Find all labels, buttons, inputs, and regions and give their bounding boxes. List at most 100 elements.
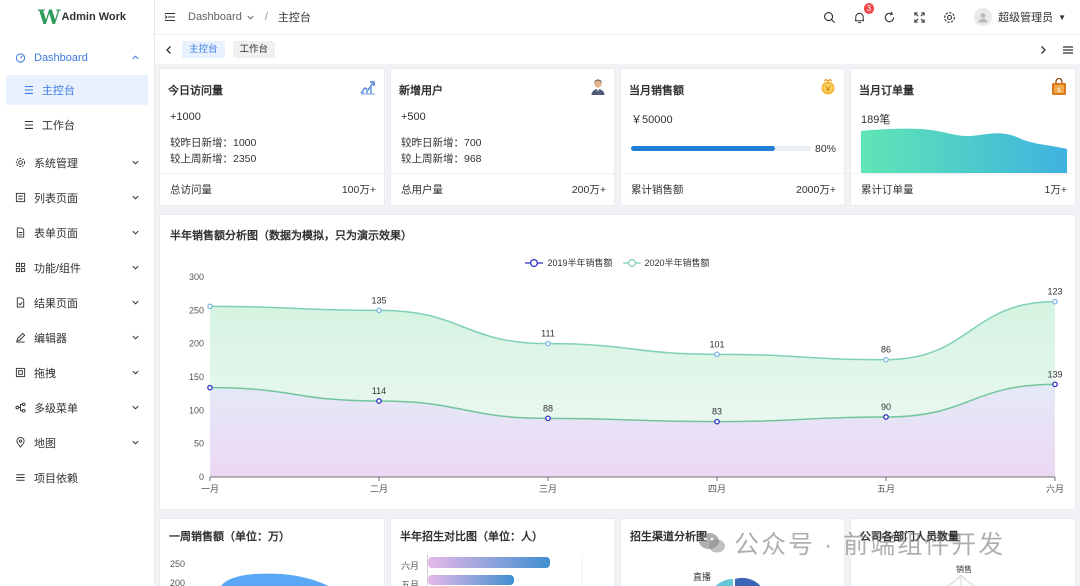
stat-card-visits: 今日访问量 +1000 较昨日新增：1000 较上周新增：2350 总访问量 1… [159, 68, 385, 206]
x-tick-label: 六月 [1046, 483, 1064, 494]
sidebar-item-dependencies[interactable]: 项目依赖 [0, 460, 154, 495]
menu-icon: ☰ [24, 84, 34, 97]
x-tick-label: 四月 [708, 484, 726, 494]
sidebar-subitem-workbench[interactable]: ☰ 工作台 [6, 110, 148, 140]
bell-icon[interactable]: 3 [852, 3, 875, 24]
main-content: 今日访问量 +1000 较昨日新增：1000 较上周新增：2350 总访问量 1… [155, 64, 1080, 586]
logo-text: Admin Work [61, 11, 127, 23]
tree-icon [14, 402, 26, 414]
sidebar-item-result[interactable]: 结果页面 [0, 285, 154, 320]
sidebar-item-multilevel[interactable]: 多级菜单 [0, 390, 154, 425]
weekly-sales-area [220, 573, 329, 586]
label-2019: 139 [1047, 369, 1062, 379]
username[interactable]: 超级管理员 [998, 9, 1053, 25]
sales-progress-fill [631, 146, 775, 151]
stat-compare-week: 较上周新增：2350 [170, 153, 257, 165]
top-header: Dashboard / 主控台 3 超级管理员 ▼ [155, 0, 1080, 35]
coin-icon [821, 78, 835, 95]
pie-label: 直播 [693, 572, 712, 582]
point-2019 [376, 398, 382, 404]
point-2020 [207, 303, 213, 310]
sidebar-subitem-label: 工作台 [41, 120, 75, 132]
sidebar-item-label: 拖拽 [34, 367, 56, 380]
y-tick-label: 150 [189, 372, 204, 382]
y-tick-label: 200 [189, 339, 204, 349]
sidebar-item-form[interactable]: 表单页面 [0, 215, 154, 250]
department-headcount-card: 公司各部门人员数量 销售 [850, 518, 1076, 586]
chevron-down-icon [132, 160, 139, 165]
sidebar-item-components[interactable]: 功能/组件 [0, 250, 154, 285]
enrollment-bars [427, 555, 583, 585]
search-icon[interactable] [822, 10, 836, 24]
sidebar-item-dashboard[interactable]: Dashboard [0, 40, 154, 75]
collapse-menu-icon[interactable] [164, 11, 176, 23]
label-2019: 83 [712, 407, 722, 417]
header-actions: 3 超级管理员 ▼ [806, 3, 1080, 26]
chart-trend-icon [360, 81, 375, 95]
sidebar-item-label: 系统管理 [34, 157, 78, 170]
chevron-left-icon[interactable] [164, 45, 174, 55]
sidebar-item-label: 多级菜单 [34, 402, 78, 415]
dashboard-icon [14, 52, 26, 64]
chevron-down-icon [132, 335, 139, 340]
stat-foot-label: 总用户量 [401, 184, 443, 196]
point-2019 [883, 414, 889, 420]
chevron-right-icon[interactable] [1038, 45, 1048, 55]
location-icon [14, 437, 26, 449]
y-tick-label: 0 [199, 472, 204, 482]
stat-foot-label: 总访问量 [170, 184, 212, 196]
x-tick-label: 三月 [539, 484, 557, 494]
stat-compare-day: 较昨日新增：700 [401, 137, 482, 149]
chevron-down-icon [132, 300, 139, 305]
enrollment-compare-card: 半年招生对比图（单位：人） 六月 五月 [390, 518, 615, 586]
drag-icon [14, 367, 26, 379]
sidebar-menu: Dashboard ☰ 主控台 ☰ 工作台 系统管理 列表页面 表单页面 功能/… [0, 40, 154, 495]
sidebar-item-drag[interactable]: 拖拽 [0, 355, 154, 390]
label-2020: 135 [371, 295, 386, 305]
tab-workbench[interactable]: 工作台 [232, 41, 276, 58]
sidebar-item-label: 编辑器 [34, 332, 67, 345]
sidebar-item-system[interactable]: 系统管理 [0, 145, 154, 180]
fullscreen-icon[interactable] [912, 10, 926, 24]
point-2019 [545, 415, 551, 422]
tab-main-console[interactable]: 主控台 [182, 41, 225, 58]
chevron-down-icon[interactable] [246, 13, 255, 22]
breadcrumb-dashboard[interactable]: Dashboard [188, 11, 242, 23]
x-tick-label: 二月 [370, 484, 388, 494]
stat-foot-value: 100万+ [341, 184, 376, 196]
sidebar-item-label: 项目依赖 [34, 472, 78, 485]
sidebar-item-map[interactable]: 地图 [0, 425, 154, 460]
notification-badge: 3 [863, 3, 875, 14]
card-title: 公司各部门人员数量 [860, 531, 959, 543]
chevron-down-icon [132, 405, 139, 410]
stat-value: +500 [401, 111, 426, 123]
sidebar-item-label: Dashboard [34, 51, 88, 64]
gear-icon[interactable] [942, 10, 956, 24]
stat-card-sales: 当月销售额 ￥50000 80% 累计销售额 2000万+ [620, 68, 845, 206]
point-2019 [207, 384, 213, 391]
sales-progress-bar [631, 146, 811, 151]
weekly-sales-card: 一周销售额（单位：万） 250 200 [159, 518, 385, 586]
card-title: 一周销售额（单位：万） [169, 531, 290, 543]
sidebar-item-list[interactable]: 列表页面 [0, 180, 154, 215]
sidebar-item-label: 功能/组件 [34, 262, 82, 275]
tabs-bar: 主控台 工作台 [155, 35, 1080, 64]
caret-down-icon[interactable]: ▼ [1058, 13, 1066, 22]
sidebar-item-editor[interactable]: 编辑器 [0, 320, 154, 355]
channel-pie-top [715, 577, 761, 586]
menu-icon[interactable] [1062, 44, 1074, 56]
x-tick-label: 五月 [877, 484, 895, 494]
chevron-down-icon [132, 195, 139, 200]
refresh-icon[interactable] [882, 10, 896, 24]
sidebar: W Admin Work Dashboard ☰ 主控台 ☰ 工作台 系统管理 … [0, 0, 155, 586]
sidebar-subitem-main-console[interactable]: ☰ 主控台 [6, 75, 148, 105]
gear-icon [14, 157, 26, 169]
avatar[interactable] [974, 8, 993, 26]
breadcrumb-separator: / [264, 11, 268, 23]
breadcrumb-current: 主控台 [277, 12, 311, 24]
stat-title: 当月销售额 [629, 85, 684, 97]
point-2019 [1052, 381, 1058, 388]
point-2020 [545, 340, 551, 347]
form-icon [14, 227, 26, 239]
app-logo[interactable]: W Admin Work [0, 0, 154, 34]
